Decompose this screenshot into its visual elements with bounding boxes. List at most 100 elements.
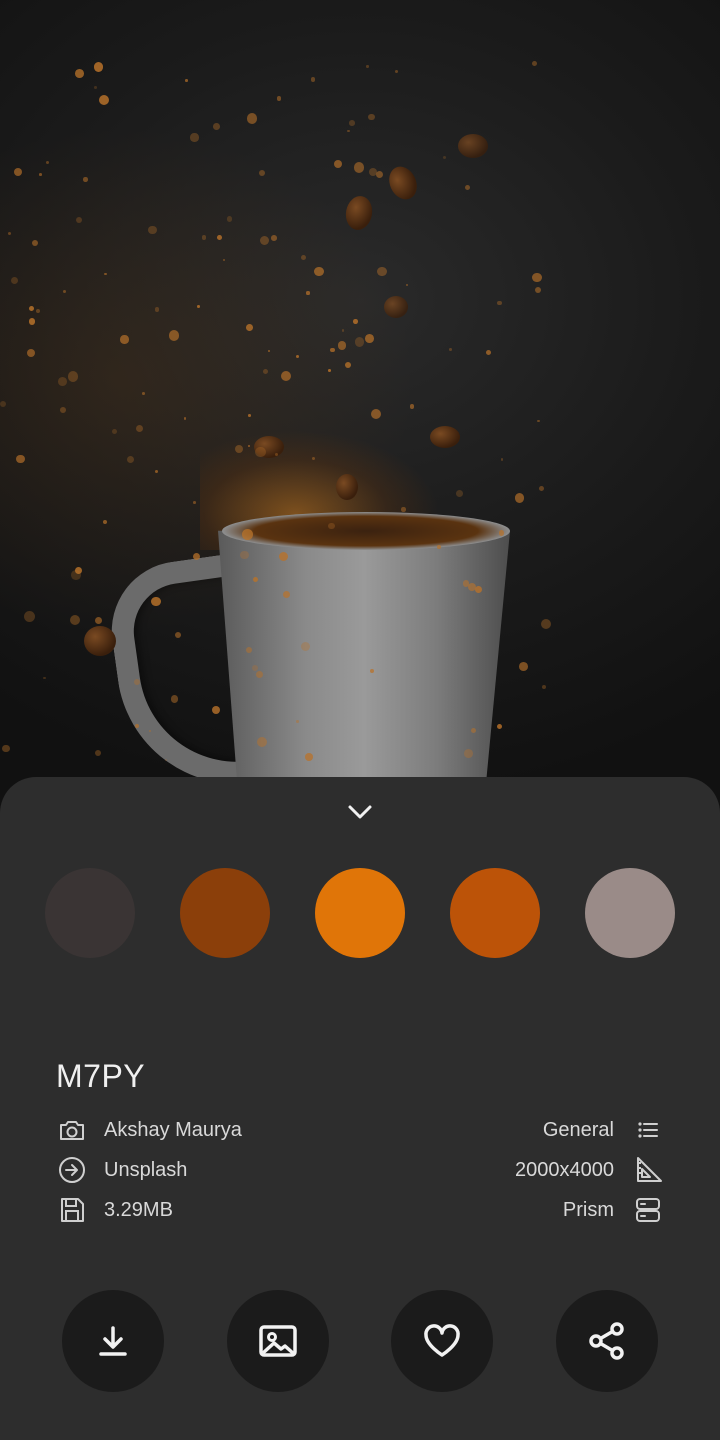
coffee-particle <box>542 685 547 690</box>
coffee-bean <box>343 194 375 232</box>
coffee-particle <box>120 335 129 344</box>
coffee-particle <box>133 678 140 686</box>
coffee-particle <box>2 744 10 753</box>
coffee-bean <box>336 474 358 500</box>
coffee-particle <box>7 231 11 235</box>
coffee-particle <box>538 486 544 492</box>
resolution-label: 2000x4000 <box>515 1158 614 1181</box>
coffee-particle <box>262 368 269 374</box>
palette-swatch[interactable] <box>180 868 270 958</box>
action-bar <box>0 1290 720 1394</box>
coffee-particle <box>354 337 365 348</box>
coffee-particle <box>310 76 316 82</box>
palette-swatch[interactable] <box>585 868 675 958</box>
coffee-particle <box>519 662 528 671</box>
author-label: Akshay Maurya <box>104 1118 242 1141</box>
coffee-particle <box>311 456 315 461</box>
coffee-particle <box>255 670 263 678</box>
coffee-particle <box>83 177 88 182</box>
coffee-particle <box>353 319 358 325</box>
coffee-particle <box>306 291 310 295</box>
coffee-particle <box>190 133 199 142</box>
coffee-particle <box>193 501 197 505</box>
coffee-particle <box>212 123 220 130</box>
coffee-particle <box>75 566 83 575</box>
author-row[interactable]: Akshay Maurya <box>56 1113 242 1147</box>
coffee-particle <box>368 113 375 121</box>
coffee-particle <box>174 631 182 638</box>
coffee-particle <box>295 355 299 359</box>
coffee-particle <box>346 129 350 133</box>
resolution-row: 2000x4000 <box>515 1153 664 1187</box>
palette-swatch[interactable] <box>45 868 135 958</box>
category-row[interactable]: General <box>543 1113 664 1147</box>
coffee-particle <box>35 308 40 314</box>
coffee-particle <box>405 283 409 287</box>
coffee-particle <box>67 370 79 382</box>
coffee-particle <box>147 225 157 235</box>
coffee-particle <box>485 349 492 356</box>
palette-swatch[interactable] <box>450 868 540 958</box>
coffee-particle <box>496 723 503 730</box>
download-icon <box>99 1326 127 1356</box>
coffee-particle <box>354 162 365 173</box>
heart-icon <box>424 1324 460 1357</box>
share-icon <box>589 1322 624 1360</box>
coffee-particle <box>154 306 160 312</box>
coffee-particle <box>234 445 243 454</box>
coffee-particle <box>475 585 483 593</box>
coffee-particle <box>498 530 504 536</box>
palette-swatch[interactable] <box>315 868 405 958</box>
coffee-particle <box>394 70 398 74</box>
share-button[interactable] <box>556 1290 658 1392</box>
coffee-particle <box>104 272 107 276</box>
coffee-particle <box>45 160 50 164</box>
chevron-down-icon[interactable] <box>344 796 376 828</box>
set-wallpaper-button[interactable] <box>227 1290 329 1392</box>
favorite-button[interactable] <box>391 1290 493 1392</box>
coffee-particle <box>497 301 502 306</box>
coffee-particle <box>500 457 504 461</box>
coffee-particle <box>95 617 103 625</box>
coffee-particle <box>369 668 374 673</box>
coffee-particle <box>57 377 67 387</box>
coffee-particle <box>344 362 351 369</box>
coffee-particle <box>74 68 84 78</box>
coffee-particle <box>377 267 387 277</box>
coffee-particle <box>93 62 104 72</box>
coffee-particle <box>24 611 36 623</box>
coffee-particle <box>95 749 102 756</box>
coffee-bean <box>458 134 488 158</box>
server-icon <box>636 1198 660 1222</box>
coffee-bean <box>84 626 116 656</box>
coffee-particle <box>248 414 251 418</box>
coffee-particle <box>401 507 406 512</box>
coffee-particle <box>370 409 381 420</box>
coffee-particle <box>337 341 347 351</box>
coffee-particle <box>464 184 471 190</box>
coffee-particle <box>183 417 187 420</box>
coffee-particle <box>31 239 39 247</box>
coffee-particle <box>531 61 537 67</box>
image-icon <box>259 1325 297 1357</box>
coffee-particle <box>442 155 447 160</box>
coffee-particle <box>193 552 201 560</box>
coffee-particle <box>94 86 98 89</box>
coffee-particle <box>365 333 375 343</box>
coffee-particle <box>246 324 253 331</box>
coffee-particle <box>28 318 36 325</box>
list-icon <box>638 1122 658 1138</box>
source-row[interactable]: Unsplash <box>56 1153 187 1187</box>
coffee-particle <box>126 455 135 464</box>
coffee-particle <box>328 522 335 530</box>
coffee-particle <box>341 328 345 332</box>
provider-row[interactable]: Prism <box>563 1193 664 1227</box>
coffee-particle <box>102 520 108 525</box>
coffee-particle <box>39 173 43 176</box>
download-button[interactable] <box>62 1290 164 1392</box>
wallpaper-image <box>0 0 720 820</box>
coffee-particle <box>333 160 342 169</box>
coffee-particle <box>464 749 473 758</box>
coffee-particle <box>281 370 292 381</box>
coffee-particle <box>300 255 306 261</box>
